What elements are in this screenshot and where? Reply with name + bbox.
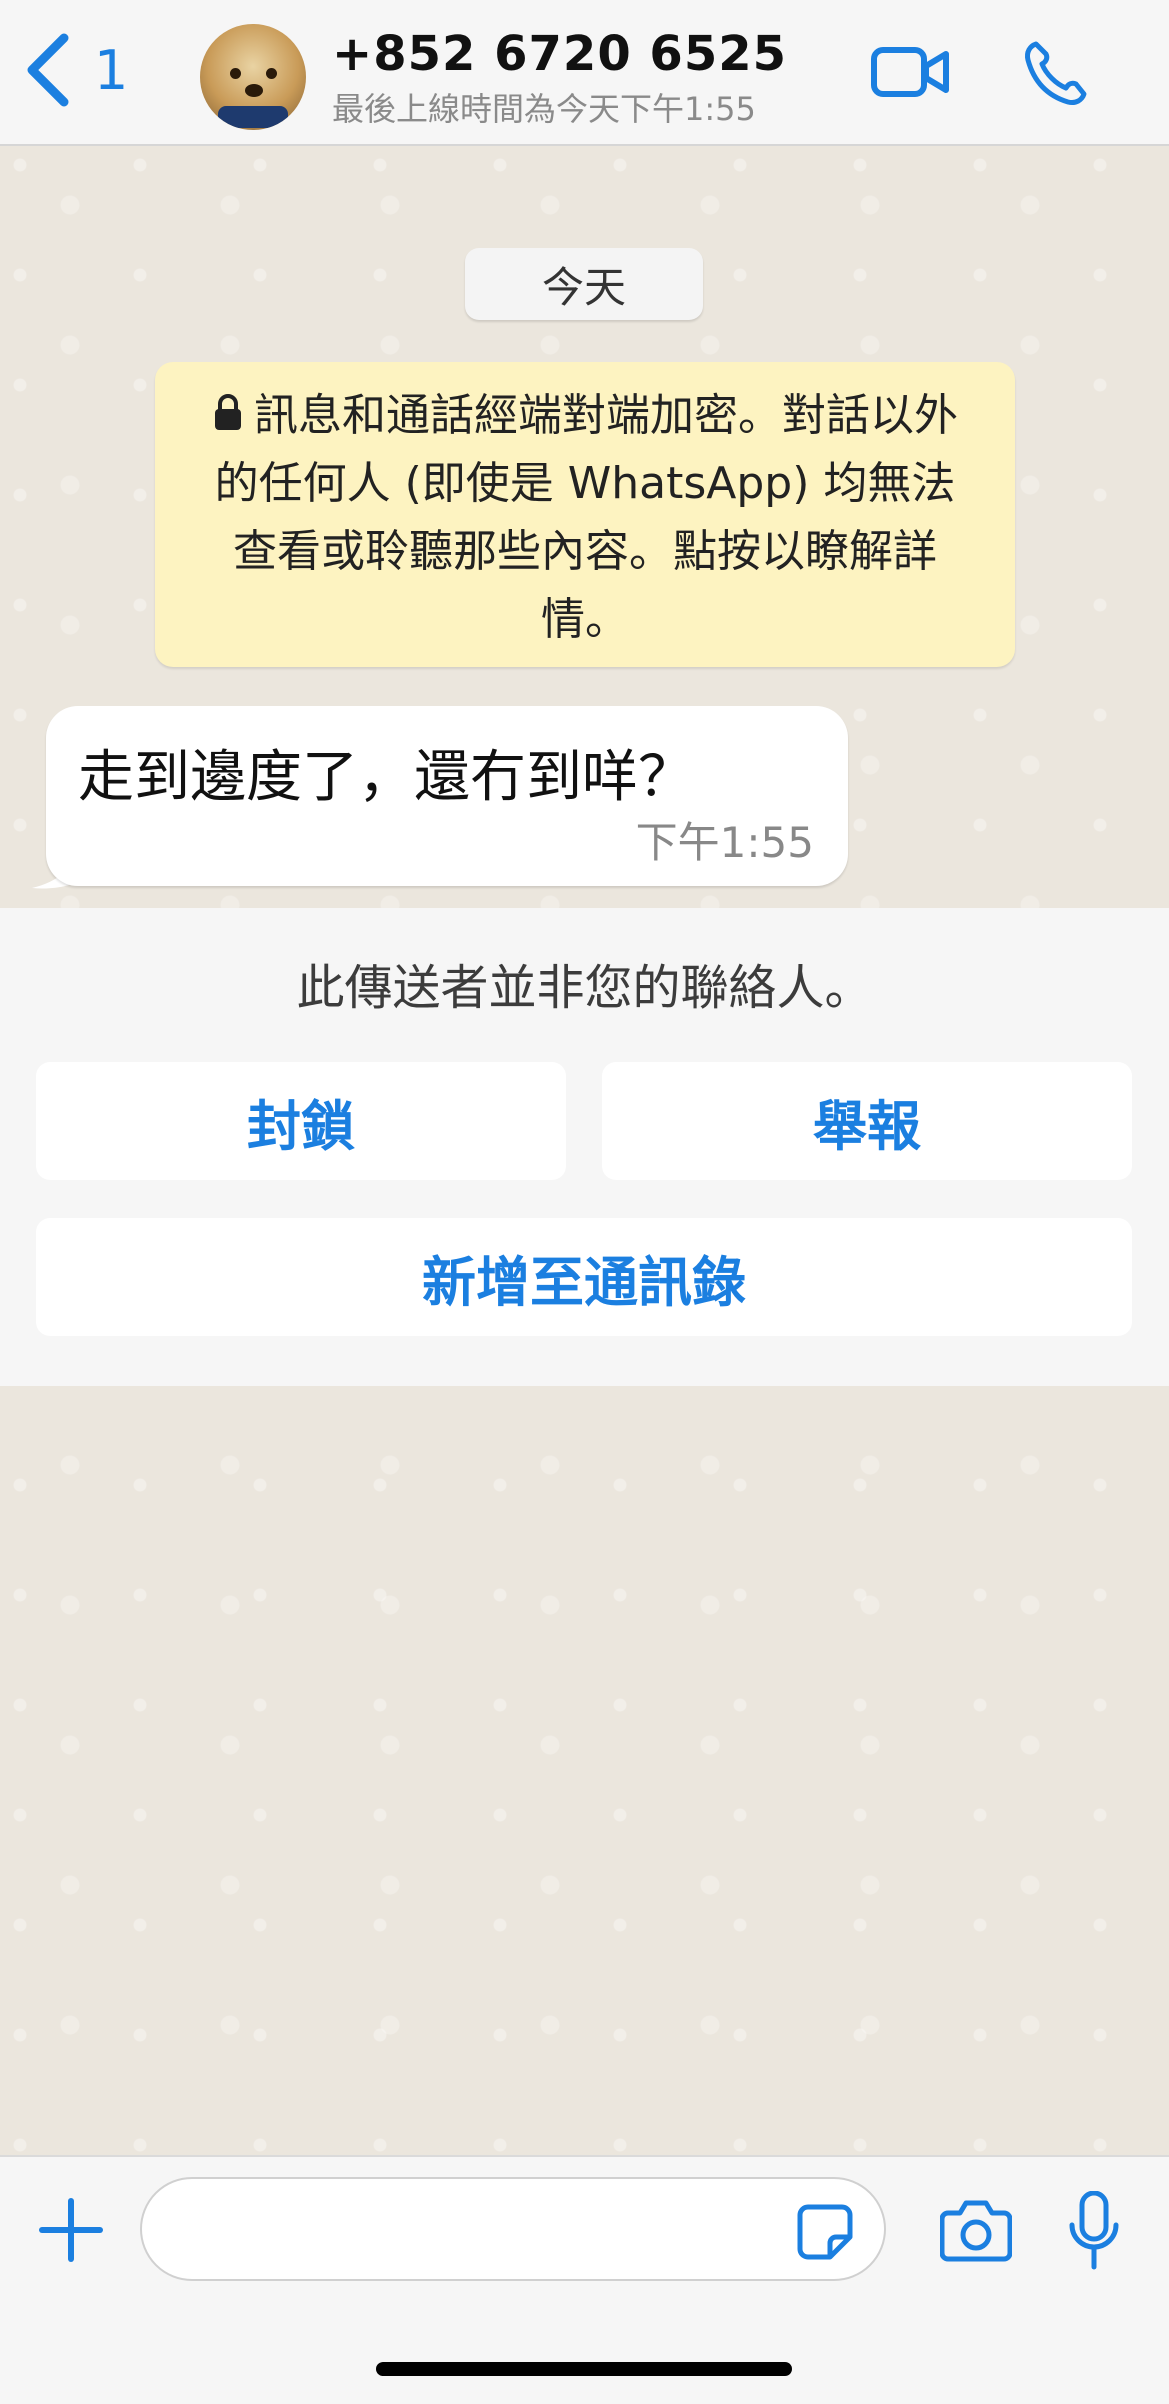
plus-icon[interactable] bbox=[38, 2197, 104, 2263]
contact-info[interactable]: +852 6720 6525 最後上線時間為今天下午1:55 bbox=[332, 26, 787, 130]
date-chip: 今天 bbox=[465, 248, 703, 320]
unknown-sender-panel: 此傳送者並非您的聯絡人。 封鎖 舉報 新增至通訊錄 bbox=[0, 908, 1169, 1386]
back-chevron-icon bbox=[27, 33, 69, 107]
lock-icon bbox=[215, 394, 241, 430]
message-text: 走到邊度了，還冇到咩？ bbox=[78, 745, 694, 810]
video-call-icon[interactable] bbox=[870, 40, 950, 104]
message-bubble[interactable]: 走到邊度了，還冇到咩？ 下午1:55 bbox=[46, 706, 848, 886]
home-indicator[interactable] bbox=[376, 2362, 792, 2376]
sticker-icon[interactable] bbox=[796, 2203, 854, 2261]
chat-header: 1 +852 6720 6525 最後上線時間為今天下午1:55 bbox=[0, 0, 1169, 146]
message-input[interactable] bbox=[140, 2177, 886, 2281]
back-button[interactable]: 1 bbox=[22, 30, 128, 110]
last-seen-status: 最後上線時間為今天下午1:55 bbox=[332, 90, 756, 128]
contact-avatar[interactable] bbox=[200, 24, 306, 130]
add-to-contacts-button[interactable]: 新增至通訊錄 bbox=[36, 1218, 1132, 1336]
encryption-notice-text: 訊息和通話經端對端加密。對話以外的任何人 (即使是 WhatsApp) 均無法查… bbox=[214, 390, 958, 645]
unread-count: 1 bbox=[94, 38, 129, 102]
report-button[interactable]: 舉報 bbox=[602, 1062, 1132, 1180]
message-timestamp: 下午1:55 bbox=[635, 818, 814, 867]
camera-icon[interactable] bbox=[940, 2197, 1012, 2263]
block-button[interactable]: 封鎖 bbox=[36, 1062, 566, 1180]
encryption-notice[interactable]: 訊息和通話經端對端加密。對話以外的任何人 (即使是 WhatsApp) 均無法查… bbox=[155, 362, 1015, 667]
contact-name: +852 6720 6525 bbox=[332, 26, 788, 82]
phone-call-icon[interactable] bbox=[1022, 38, 1088, 108]
microphone-icon[interactable] bbox=[1068, 2191, 1120, 2271]
unknown-sender-note: 此傳送者並非您的聯絡人。 bbox=[296, 960, 873, 1016]
